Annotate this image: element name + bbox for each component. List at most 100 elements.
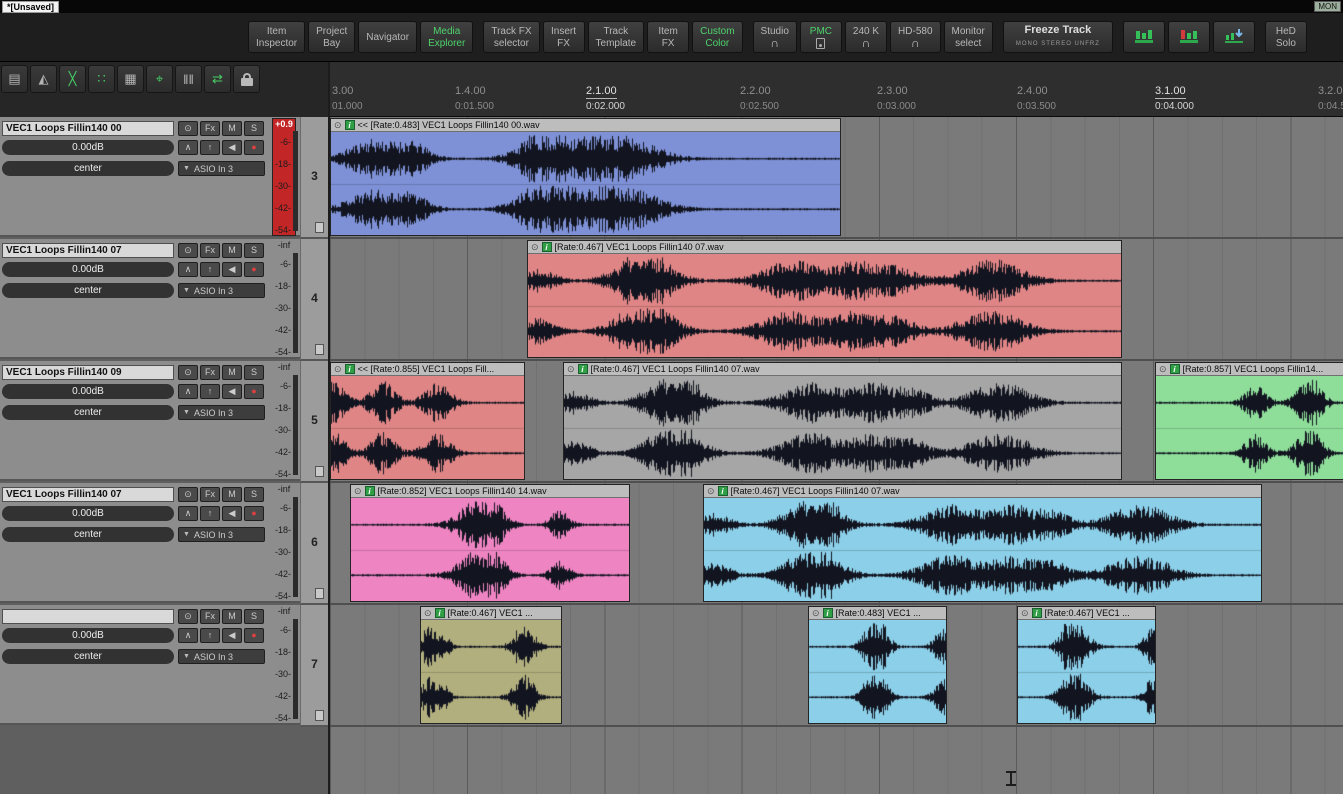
track-monitor-button[interactable]: ◀ — [222, 506, 242, 521]
track-input-select[interactable]: ▼ASIO In 3 — [178, 527, 265, 542]
media-item[interactable]: ⊙i[Rate:0.467] VEC1 Loops Fillin140 07.w… — [703, 484, 1262, 602]
track-volume[interactable]: 0.00dB — [2, 262, 174, 277]
track-envelope-button[interactable]: ∧ — [178, 262, 198, 277]
track-phase-button[interactable]: ↑ — [200, 140, 220, 155]
track-template-button[interactable]: TrackTemplate — [588, 21, 645, 53]
track-record-arm-button[interactable]: ● — [244, 506, 264, 521]
track-monitor-button[interactable]: ◀ — [222, 262, 242, 277]
track-name[interactable]: VEC1 Loops Fillin140 00 — [2, 121, 174, 136]
item-info-icon[interactable]: i — [435, 608, 445, 618]
item-inspector-button[interactable]: ItemInspector — [248, 21, 305, 53]
track-fx-button[interactable]: Fx — [200, 121, 220, 136]
hd-580-button[interactable]: HD-580∩ — [890, 21, 940, 53]
item-info-icon[interactable]: i — [718, 486, 728, 496]
swap-edit-button[interactable]: ⇄ — [204, 65, 231, 93]
track-mute-button[interactable]: M — [222, 121, 242, 136]
track-number-tab[interactable]: 6 — [300, 483, 328, 605]
track-volume[interactable]: 0.00dB — [2, 384, 174, 399]
track-peak[interactable]: -inf — [272, 606, 296, 617]
track-monitor-button[interactable]: ◀ — [222, 140, 242, 155]
lock-button[interactable] — [233, 65, 260, 93]
freeze-track-button[interactable]: Freeze TrackMONO STEREO UNFRZ — [1003, 21, 1113, 53]
240-k-button[interactable]: 240 K∩ — [845, 21, 887, 53]
track-volume[interactable]: 0.00dB — [2, 140, 174, 155]
item-info-icon[interactable]: i — [345, 120, 355, 130]
snap-button[interactable]: ∷ — [88, 65, 115, 93]
track-solo-button[interactable]: S — [244, 121, 264, 136]
track-pan[interactable]: center — [2, 405, 174, 420]
track-solo-button[interactable]: S — [244, 609, 264, 624]
media-item[interactable]: ⊙i[Rate:0.467] VEC1 ... — [420, 606, 562, 724]
hed-solo-button[interactable]: HeDSolo — [1265, 21, 1307, 53]
item-info-icon[interactable]: i — [1032, 608, 1042, 618]
meter-bars-load-button[interactable] — [1213, 21, 1255, 53]
monitor-select-button[interactable]: Monitorselect — [944, 21, 993, 53]
track-pan[interactable]: center — [2, 283, 174, 298]
track-name[interactable]: VEC1 Loops Fillin140 09 — [2, 365, 174, 380]
track-phase-button[interactable]: ↑ — [200, 628, 220, 643]
project-bay-button[interactable]: ProjectBay — [308, 21, 355, 53]
track-peak[interactable]: -inf — [272, 484, 296, 495]
track-phase-button[interactable]: ↑ — [200, 384, 220, 399]
track-name[interactable]: VEC1 Loops Fillin140 07 — [2, 243, 174, 258]
media-item[interactable]: ⊙i[Rate:0.852] VEC1 Loops Fillin140 14.w… — [350, 484, 630, 602]
track-envelope-button[interactable]: ∧ — [178, 628, 198, 643]
track-fx-button[interactable]: Fx — [200, 243, 220, 258]
track-monitor-button[interactable]: ◀ — [222, 628, 242, 643]
meter-bars-red-button[interactable] — [1168, 21, 1210, 53]
track-solo-button[interactable]: S — [244, 365, 264, 380]
item-info-icon[interactable]: i — [1170, 364, 1180, 374]
track-solo-button[interactable]: S — [244, 487, 264, 502]
track-mute-button[interactable]: M — [222, 243, 242, 258]
track-volume[interactable]: 0.00dB — [2, 506, 174, 521]
media-explorer-button[interactable]: MediaExplorer — [420, 21, 473, 53]
navigator-button[interactable]: Navigator — [358, 21, 417, 53]
track-manager-button[interactable]: ▤ — [1, 65, 28, 93]
track-number-tab[interactable]: 7 — [300, 605, 328, 727]
media-item[interactable]: ⊙i[Rate:0.483] VEC1 ... — [808, 606, 947, 724]
media-item[interactable]: ⊙i[Rate:0.467] VEC1 Loops Fillin140 07.w… — [563, 362, 1122, 480]
track-power-button[interactable]: ⊙ — [178, 609, 198, 624]
track-envelope-button[interactable]: ∧ — [178, 506, 198, 521]
track-number-tab[interactable]: 4 — [300, 239, 328, 361]
track-peak[interactable]: -inf — [272, 240, 296, 251]
track-monitor-button[interactable]: ◀ — [222, 384, 242, 399]
track-fx-button[interactable]: Fx — [200, 365, 220, 380]
track-power-button[interactable]: ⊙ — [178, 365, 198, 380]
track-envelope-button[interactable]: ∧ — [178, 140, 198, 155]
track-power-button[interactable]: ⊙ — [178, 487, 198, 502]
item-info-icon[interactable]: i — [542, 242, 552, 252]
stretch-markers-button[interactable]: ‖‖ — [175, 65, 202, 93]
track-fx-selector-button[interactable]: Track FXselector — [483, 21, 539, 53]
track-mute-button[interactable]: M — [222, 365, 242, 380]
track-mute-button[interactable]: M — [222, 487, 242, 502]
track-power-button[interactable]: ⊙ — [178, 243, 198, 258]
track-power-button[interactable]: ⊙ — [178, 121, 198, 136]
item-info-icon[interactable]: i — [365, 486, 375, 496]
item-info-icon[interactable]: i — [823, 608, 833, 618]
track-input-select[interactable]: ▼ASIO In 3 — [178, 649, 265, 664]
meter-bars-green-button[interactable] — [1123, 21, 1165, 53]
item-info-icon[interactable]: i — [345, 364, 355, 374]
item-info-icon[interactable]: i — [578, 364, 588, 374]
track-number-tab[interactable]: 3 — [300, 117, 328, 239]
custom-color-button[interactable]: CustomColor — [692, 21, 742, 53]
media-item[interactable]: ⊙i[Rate:0.467] VEC1 Loops Fillin140 07.w… — [527, 240, 1122, 358]
timeline-ruler[interactable]: 3.0001.0001.4.000:01.5002.1.000:02.0002.… — [330, 62, 1343, 117]
track-solo-button[interactable]: S — [244, 243, 264, 258]
track-record-arm-button[interactable]: ● — [244, 140, 264, 155]
track-volume[interactable]: 0.00dB — [2, 628, 174, 643]
studio-button[interactable]: Studio∩ — [753, 21, 797, 53]
track-name[interactable] — [2, 609, 174, 624]
pmc-button[interactable]: PMC — [800, 21, 842, 53]
track-fx-button[interactable]: Fx — [200, 609, 220, 624]
track-pan[interactable]: center — [2, 161, 174, 176]
media-item[interactable]: ⊙i<< [Rate:0.855] VEC1 Loops Fill... — [330, 362, 525, 480]
track-input-select[interactable]: ▼ASIO In 3 — [178, 283, 265, 298]
track-pan[interactable]: center — [2, 649, 174, 664]
track-fx-button[interactable]: Fx — [200, 487, 220, 502]
crossfade-button[interactable]: ╳ — [59, 65, 86, 93]
track-mute-button[interactable]: M — [222, 609, 242, 624]
track-record-arm-button[interactable]: ● — [244, 384, 264, 399]
media-item[interactable]: ⊙i[Rate:0.467] VEC1 ... — [1017, 606, 1156, 724]
